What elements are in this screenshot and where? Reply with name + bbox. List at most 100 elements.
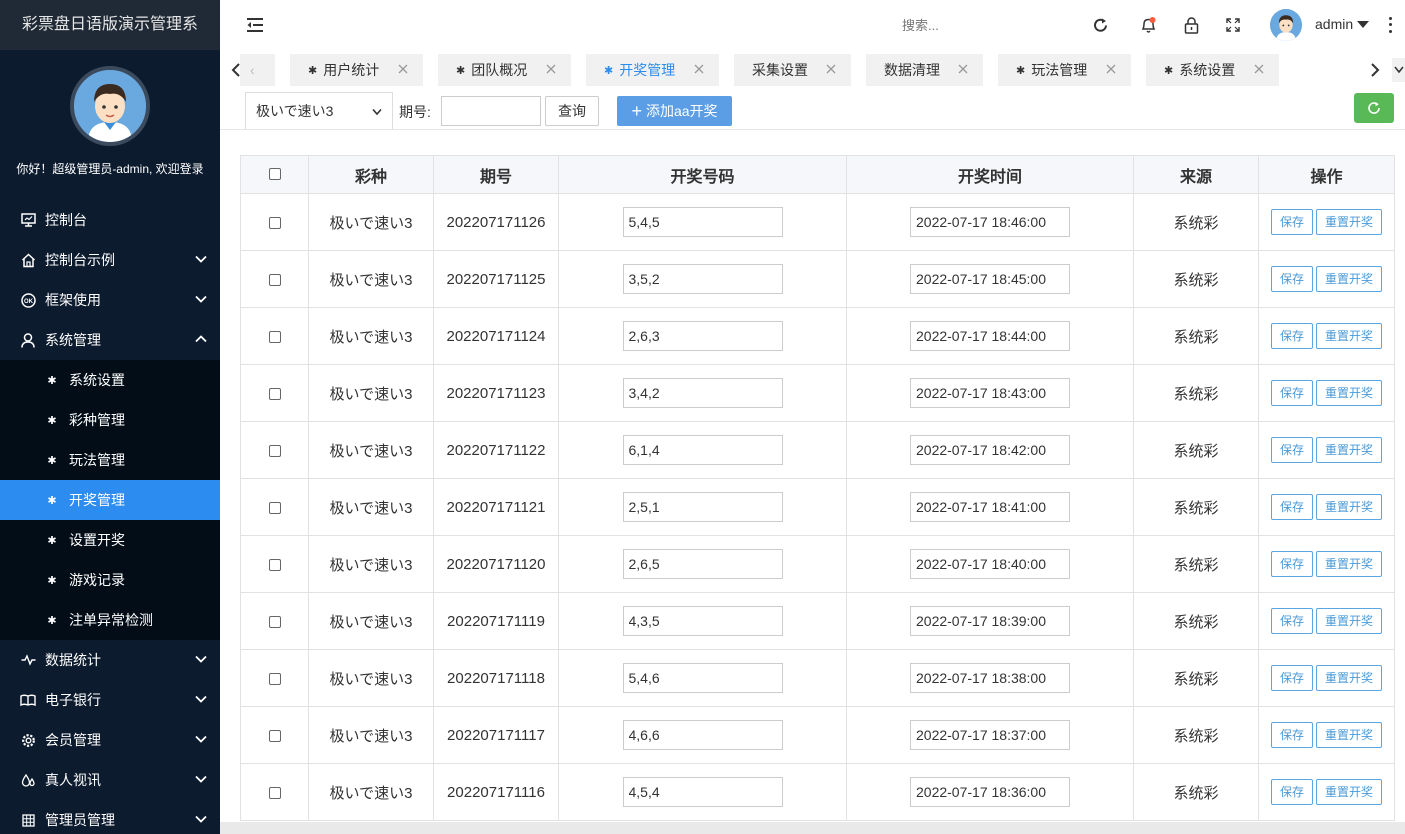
draw-time-input[interactable]	[910, 720, 1070, 750]
tab-play-management[interactable]: ✱ 玩法管理	[998, 54, 1131, 86]
draw-time-input[interactable]	[910, 378, 1070, 408]
tab-dropdown-icon[interactable]	[1392, 58, 1405, 82]
reset-draw-button[interactable]: 重置开奖	[1316, 722, 1383, 748]
save-button[interactable]: 保存	[1270, 608, 1313, 634]
draw-numbers-input[interactable]	[622, 663, 783, 693]
draw-numbers-input[interactable]	[622, 321, 783, 351]
draw-time-input[interactable]	[910, 321, 1070, 351]
add-draw-button[interactable]: + 添加aa开奖	[617, 96, 732, 126]
bell-icon[interactable]	[1138, 15, 1158, 35]
save-button[interactable]: 保存	[1270, 209, 1313, 235]
tab-overflow-left[interactable]: ‹	[240, 54, 275, 86]
row-checkbox[interactable]	[268, 672, 281, 685]
game-select[interactable]: 极いで速い3	[245, 92, 393, 130]
row-checkbox[interactable]	[268, 615, 281, 628]
more-vertical-icon[interactable]	[1387, 15, 1393, 35]
close-icon[interactable]	[957, 63, 969, 75]
row-checkbox[interactable]	[268, 216, 281, 229]
row-checkbox[interactable]	[268, 558, 281, 571]
reset-draw-button[interactable]: 重置开奖	[1316, 608, 1383, 634]
draw-time-input[interactable]	[910, 492, 1070, 522]
draw-numbers-input[interactable]	[622, 378, 783, 408]
tab-system-settings[interactable]: ✱ 系统设置	[1146, 54, 1279, 86]
draw-numbers-input[interactable]	[622, 720, 783, 750]
draw-numbers-input[interactable]	[622, 777, 783, 807]
lock-icon[interactable]	[1181, 15, 1201, 35]
close-icon[interactable]	[825, 63, 837, 75]
draw-numbers-input[interactable]	[622, 549, 783, 579]
draw-numbers-input[interactable]	[622, 264, 783, 294]
draw-time-input[interactable]	[910, 606, 1070, 636]
save-button[interactable]: 保存	[1270, 437, 1313, 463]
row-checkbox[interactable]	[268, 729, 281, 742]
tab-data-cleanup[interactable]: 数据清理	[866, 54, 983, 86]
sidebar-subitem-bet-anomaly[interactable]: ✱ 注单异常检测	[0, 600, 220, 640]
reset-draw-button[interactable]: 重置开奖	[1316, 494, 1383, 520]
caret-down-icon[interactable]	[1357, 21, 1369, 28]
draw-time-input[interactable]	[910, 264, 1070, 294]
row-checkbox[interactable]	[268, 501, 281, 514]
draw-numbers-input[interactable]	[622, 492, 783, 522]
draw-time-input[interactable]	[910, 663, 1070, 693]
save-button[interactable]: 保存	[1270, 665, 1313, 691]
sidebar-item-console[interactable]: 控制台	[0, 200, 220, 240]
select-all-checkbox[interactable]	[268, 168, 281, 181]
username[interactable]: admin	[1315, 16, 1353, 32]
sidebar-subitem-set-draw[interactable]: ✱ 设置开奖	[0, 520, 220, 560]
reset-draw-button[interactable]: 重置开奖	[1316, 437, 1383, 463]
reset-draw-button[interactable]: 重置开奖	[1316, 209, 1383, 235]
menu-toggle-icon[interactable]	[246, 16, 264, 34]
sidebar-subitem-game-management[interactable]: ✱ 彩种管理	[0, 400, 220, 440]
save-button[interactable]: 保存	[1270, 779, 1313, 805]
save-button[interactable]: 保存	[1270, 494, 1313, 520]
close-icon[interactable]	[693, 63, 705, 75]
tab-draw-management[interactable]: ✱ 开奖管理	[586, 54, 719, 86]
close-icon[interactable]	[397, 63, 409, 75]
sidebar-subitem-game-records[interactable]: ✱ 游戏记录	[0, 560, 220, 600]
reset-draw-button[interactable]: 重置开奖	[1316, 551, 1383, 577]
sidebar-item-member-management[interactable]: 会员管理	[0, 720, 220, 760]
draw-time-input[interactable]	[910, 777, 1070, 807]
search-input[interactable]	[902, 15, 1022, 35]
reset-draw-button[interactable]: 重置开奖	[1316, 266, 1383, 292]
tab-scroll-right-icon[interactable]	[1363, 58, 1387, 82]
fullscreen-icon[interactable]	[1223, 15, 1243, 35]
tab-team-overview[interactable]: ✱ 团队概况	[438, 54, 571, 86]
sidebar-item-live-video[interactable]: 真人视讯	[0, 760, 220, 800]
reset-draw-button[interactable]: 重置开奖	[1316, 779, 1383, 805]
save-button[interactable]: 保存	[1270, 551, 1313, 577]
reset-draw-button[interactable]: 重置开奖	[1316, 380, 1383, 406]
query-button[interactable]: 查询	[545, 96, 599, 126]
refresh-icon[interactable]	[1090, 15, 1110, 35]
sidebar-item-e-bank[interactable]: 电子银行	[0, 680, 220, 720]
save-button[interactable]: 保存	[1270, 323, 1313, 349]
sidebar-item-system-management[interactable]: 系统管理	[0, 320, 220, 360]
user-avatar[interactable]	[1270, 9, 1302, 41]
sidebar-subitem-system-settings[interactable]: ✱ 系统设置	[0, 360, 220, 400]
row-checkbox[interactable]	[268, 786, 281, 799]
close-icon[interactable]	[1253, 63, 1265, 75]
close-icon[interactable]	[1105, 63, 1117, 75]
sidebar-item-framework[interactable]: OK 框架使用	[0, 280, 220, 320]
sidebar-subitem-draw-management[interactable]: ✱ 开奖管理	[0, 480, 220, 520]
row-checkbox[interactable]	[268, 387, 281, 400]
draw-numbers-input[interactable]	[622, 207, 783, 237]
row-checkbox[interactable]	[268, 444, 281, 457]
sidebar-item-data-stats[interactable]: 数据统计	[0, 640, 220, 680]
row-checkbox[interactable]	[268, 330, 281, 343]
tab-collection-settings[interactable]: 采集设置	[734, 54, 851, 86]
draw-time-input[interactable]	[910, 549, 1070, 579]
close-icon[interactable]	[545, 63, 557, 75]
reset-draw-button[interactable]: 重置开奖	[1316, 323, 1383, 349]
draw-time-input[interactable]	[910, 207, 1070, 237]
save-button[interactable]: 保存	[1270, 266, 1313, 292]
refresh-button[interactable]	[1354, 93, 1394, 123]
sidebar-item-admin-management[interactable]: 管理员管理	[0, 800, 220, 834]
draw-time-input[interactable]	[910, 435, 1070, 465]
reset-draw-button[interactable]: 重置开奖	[1316, 665, 1383, 691]
save-button[interactable]: 保存	[1270, 722, 1313, 748]
sidebar-item-console-examples[interactable]: 控制台示例	[0, 240, 220, 280]
draw-numbers-input[interactable]	[622, 435, 783, 465]
tab-user-stats[interactable]: ✱ 用户统计	[290, 54, 423, 86]
row-checkbox[interactable]	[268, 273, 281, 286]
